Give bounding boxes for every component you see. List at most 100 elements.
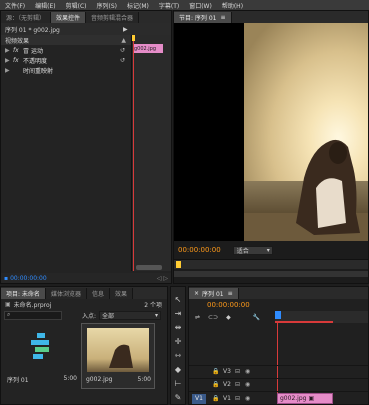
eye-icon[interactable]: ◉ (245, 368, 250, 375)
timeline-timecode[interactable]: 00:00:00:00 (207, 301, 250, 309)
work-area-bar (275, 321, 333, 323)
lock-icon[interactable]: 🔒 (212, 395, 219, 402)
program-scroll-bar[interactable] (174, 271, 368, 277)
effect-controls-footer: ▪ 00:00:00:00 ◁ ▷ (1, 273, 171, 283)
menu-bar: 文件(F) 编辑(E) 剪辑(C) 序列(S) 标记(M) 字幕(T) 窗口(W… (0, 0, 369, 10)
rate-stretch-tool-icon[interactable]: ⇿ (172, 349, 184, 361)
menu-help[interactable]: 帮助(H) (217, 1, 248, 10)
fit-select[interactable]: 适合 ▾ (232, 245, 273, 255)
section-video-effects: 视频效果 ▲ (1, 35, 131, 45)
sync-lock-icon[interactable]: ⊟ (235, 381, 240, 388)
tab-media-browser[interactable]: 媒体浏览器 (45, 288, 87, 299)
program-timecode-bar: 00:00:00:00 适合 ▾ (174, 243, 368, 257)
effect-opacity[interactable]: ▶ fx 不透明度 ↺ (1, 55, 131, 65)
timeline-clip[interactable]: g002.jpg ▣ (277, 393, 333, 404)
menu-sequence[interactable]: 序列(S) (92, 1, 123, 10)
reset-icon[interactable]: ↺ (120, 47, 125, 54)
snap-icon[interactable]: ⇌ (195, 314, 200, 321)
effect-motion-label: 运动 (31, 47, 44, 55)
menu-clip[interactable]: 剪辑(C) (61, 1, 92, 10)
expand-arrow-icon[interactable]: ▶ (123, 26, 128, 33)
chevron-down-icon: ▾ (266, 246, 270, 254)
reset-icon[interactable]: ↺ (120, 57, 125, 64)
menu-file[interactable]: 文件(F) (0, 1, 30, 10)
track-v2-label[interactable]: V2 (223, 381, 231, 388)
timeline-playhead-icon[interactable] (275, 311, 281, 319)
slip-tool-icon[interactable]: ⊢ (172, 377, 184, 389)
effect-controls-timecode[interactable]: 00:00:00:00 (10, 275, 47, 282)
disclosure-triangle-icon[interactable]: ▶ (5, 57, 13, 64)
project-item-sequence[interactable]: 序列 01 5:00 (7, 327, 77, 387)
lock-icon[interactable]: 🔒 (212, 381, 219, 388)
image-name: g002.jpg (86, 376, 113, 383)
project-panel: 项目: 未命名 媒体浏览器 信息 效果 ▣ 未命名.prproj 2 个项 ⌕ … (0, 286, 168, 405)
eye-icon[interactable]: ◉ (245, 381, 250, 388)
eye-icon[interactable]: ◉ (245, 395, 250, 402)
project-file-name: 未命名.prproj (13, 301, 52, 309)
selection-tool-icon[interactable]: ↖ (172, 293, 184, 305)
tab-program[interactable]: 节目: 序列 01 ≡ (174, 12, 232, 23)
fx-icon[interactable]: fx (13, 57, 23, 64)
inlet-select[interactable]: 全部 ▾ (99, 310, 162, 320)
track-select-tool-icon[interactable]: ⇥ (172, 307, 184, 319)
search-input[interactable]: ⌕ (4, 310, 62, 320)
rolling-edit-tool-icon[interactable]: ✛ (172, 335, 184, 347)
tools-panel: ↖ ⇥ ⇹ ✛ ⇿ ◆ ⊢ ✎ ✋ (170, 286, 186, 405)
tab-effects[interactable]: 效果 (109, 288, 133, 299)
menu-window[interactable]: 窗口(W) (184, 1, 217, 10)
search-icon: ⌕ (7, 311, 11, 318)
timeline-tabbar: × 序列 01 ≡ (189, 287, 368, 299)
panel-menu-icon[interactable]: ≡ (220, 14, 225, 21)
effect-motion[interactable]: ▶ fx 冒 运动 ↺ (1, 45, 131, 55)
tab-project[interactable]: 项目: 未命名 (1, 288, 46, 299)
pen-tool-icon[interactable]: ✎ (172, 391, 184, 403)
tab-effect-controls[interactable]: 效果控件 (51, 12, 87, 23)
footer-icons[interactable]: ◁ ▷ (157, 275, 168, 282)
link-icon[interactable]: ⊂⊃ (208, 314, 218, 321)
program-playhead-icon[interactable] (176, 261, 181, 268)
disclosure-triangle-icon[interactable]: ▶ (5, 47, 13, 54)
source-patch-v1-label: V1 (195, 395, 203, 402)
program-video-frame (174, 23, 368, 241)
marker-icon[interactable]: ◆ (226, 314, 231, 321)
menu-marker[interactable]: 标记(M) (122, 1, 154, 10)
sync-lock-icon[interactable]: ⊟ (235, 395, 240, 402)
timeline-ruler[interactable] (275, 311, 368, 323)
sequence-duration: 5:00 (63, 375, 77, 382)
program-monitor-tabbar: 节目: 序列 01 ≡ (174, 11, 368, 23)
menu-edit[interactable]: 编辑(E) (30, 1, 60, 10)
track-v1-label[interactable]: V1 (223, 395, 231, 402)
disclosure-triangle-icon[interactable]: ▶ (5, 67, 13, 74)
source-patch-v1[interactable]: V1 (192, 393, 206, 404)
tab-audio-clip-mixer[interactable]: 音频剪辑混合器 (86, 12, 140, 23)
fx-icon[interactable]: fx (13, 47, 23, 54)
collapse-up-icon[interactable]: ▲ (121, 37, 126, 44)
sequence-name: 序列 01 (7, 377, 29, 384)
program-scrub-bar[interactable] (174, 259, 368, 269)
program-monitor-panel: 节目: 序列 01 ≡ 00:00:00:00 适合 ▾ (173, 10, 369, 284)
effects-list: 视频效果 ▲ ▶ fx 冒 运动 ↺ ▶ fx 不透明度 ↺ ▶ 时间重映射 (1, 35, 131, 255)
clip-indicator: g002.jpg (133, 44, 163, 53)
tab-sequence[interactable]: × 序列 01 ≡ (189, 288, 239, 299)
wrench-icon[interactable]: 🔧 (253, 314, 260, 321)
effect-time-remap[interactable]: ▶ 时间重映射 (1, 65, 131, 75)
timeline-timecode-row: 00:00:00:00 (189, 299, 368, 311)
tab-info[interactable]: 信息 (86, 288, 110, 299)
menu-title[interactable]: 字幕(T) (154, 1, 184, 10)
lock-icon[interactable]: 🔒 (212, 368, 219, 375)
program-timecode[interactable]: 00:00:00:00 (178, 246, 221, 254)
section-video-effects-label: 视频效果 (5, 37, 30, 45)
tab-source[interactable]: 源：（无剪辑） (1, 12, 52, 23)
ripple-edit-tool-icon[interactable]: ⇹ (172, 321, 184, 333)
track-v2: 🔒 V2 ⊟ ◉ (189, 378, 368, 390)
close-icon[interactable]: × (194, 290, 199, 297)
scroll-slider[interactable] (136, 265, 162, 270)
project-item-image[interactable]: g002.jpg 5:00 (81, 323, 155, 389)
item-count: 2 个项 (144, 301, 162, 309)
razor-tool-icon[interactable]: ◆ (172, 363, 184, 375)
panel-menu-icon[interactable]: ≡ (228, 290, 233, 297)
sync-lock-icon[interactable]: ⊟ (235, 368, 240, 375)
timeline-panel: × 序列 01 ≡ 00:00:00:00 ⇌ ⊂⊃ ◆ 🔧 🔒 V3 ⊟ ◉ … (188, 286, 369, 405)
track-v3-label[interactable]: V3 (223, 368, 231, 375)
tab-sequence-label: 序列 01 (202, 291, 224, 298)
